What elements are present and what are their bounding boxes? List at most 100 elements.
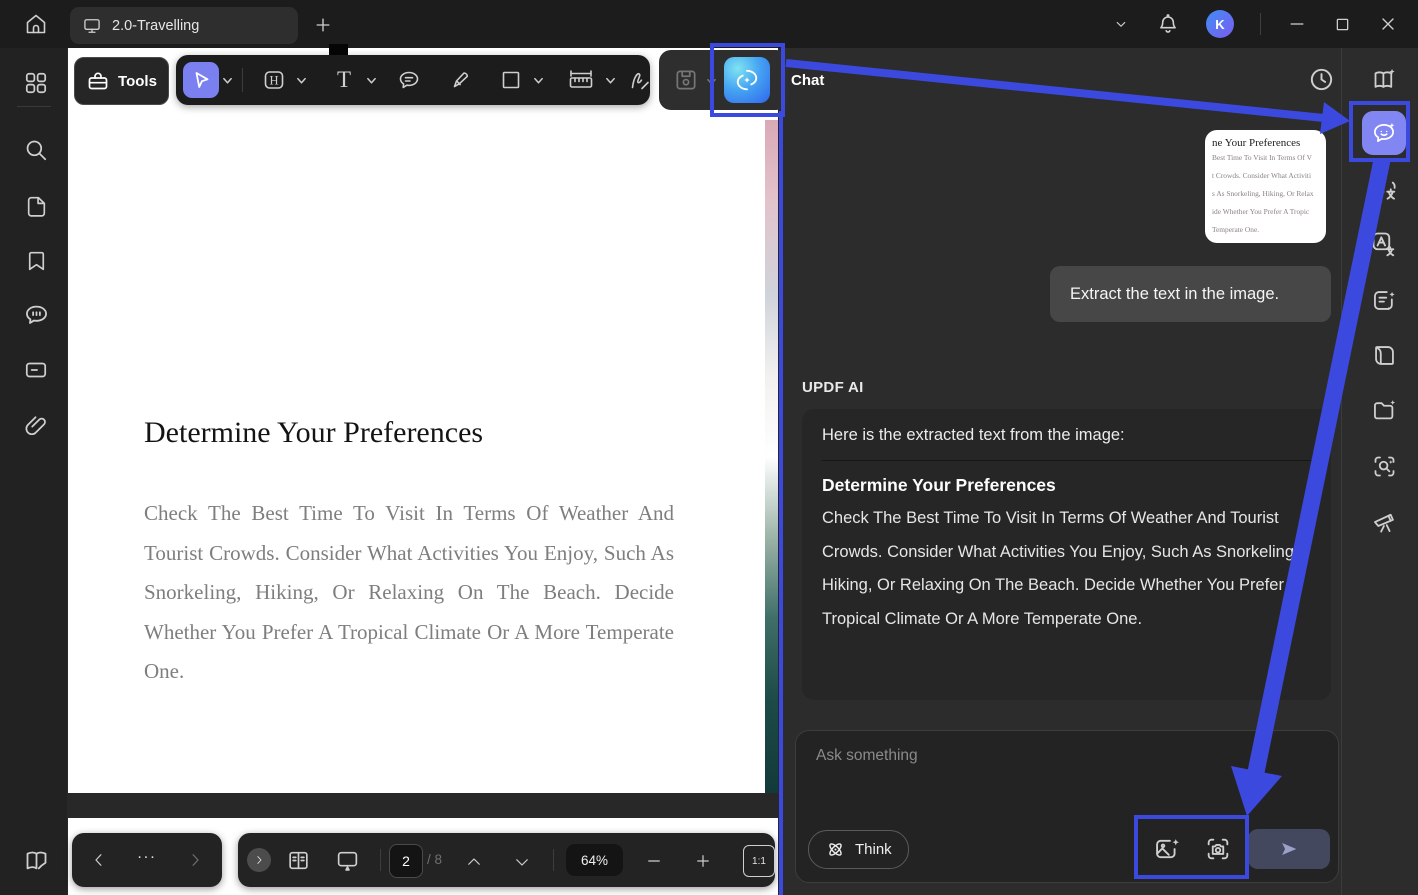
maximize-icon [1336, 18, 1349, 30]
measure-tool-icon[interactable] [566, 68, 596, 92]
sidebar-item-stamps[interactable] [21, 355, 51, 385]
ai-discover-button[interactable] [1370, 507, 1398, 535]
zoom-out-icon[interactable] [645, 852, 663, 870]
thumbnail-line: ide Whether You Prefer A Tropic [1212, 207, 1310, 216]
document-paragraph: Check The Best Time To Visit In Terms Of… [144, 501, 674, 683]
book-sparkle-icon [1374, 68, 1395, 88]
collapse-bar-button[interactable] [247, 848, 271, 872]
text-tool-dropdown-icon[interactable] [366, 75, 377, 86]
updates-dropdown-button[interactable] [1112, 15, 1130, 33]
ai-translate-button[interactable] [1370, 175, 1398, 203]
svg-text:H: H [269, 73, 278, 87]
think-mode-button[interactable]: Think [808, 830, 909, 869]
ai-read-mode-button[interactable] [1370, 341, 1398, 369]
ai-translate-page-button[interactable] [1370, 230, 1398, 258]
ai-response-card: Here is the extracted text from the imag… [802, 409, 1331, 700]
translate-icon [1372, 181, 1396, 200]
shape-tool-icon[interactable] [499, 68, 523, 92]
close-button[interactable] [1378, 14, 1398, 34]
bell-icon [1160, 14, 1176, 33]
home-button[interactable] [14, 5, 58, 43]
ai-sender-name: UPDF AI [802, 379, 864, 396]
attached-image-thumbnail: ne Your Preferences Best Time To Visit I… [1205, 130, 1326, 243]
sidebar-item-thumbnails[interactable] [21, 68, 51, 98]
camera-capture-icon [1207, 838, 1229, 860]
screenshot-button[interactable] [1204, 835, 1232, 863]
page-scroll-marker [329, 44, 348, 55]
ai-assistant-toolbar-button[interactable] [724, 57, 770, 103]
page-controls-bar: 2 / 8 64% 1:1 [238, 833, 775, 887]
zoom-level-input[interactable]: 64% [566, 844, 623, 876]
chat-history-button[interactable] [1306, 64, 1336, 94]
left-sidebar [0, 48, 67, 895]
ai-response-divider [822, 460, 1311, 461]
presentation-mode-icon[interactable] [335, 848, 360, 873]
heading-tool-icon[interactable]: H [262, 68, 286, 92]
ai-response-body: Check The Best Time To Visit In Terms Of… [822, 509, 1299, 628]
bar-divider [380, 849, 381, 871]
book-panel-icon [1374, 345, 1394, 365]
sidebar-item-bookmarks[interactable] [21, 245, 51, 275]
document-viewport[interactable]: Determine Your Preferences Check The Bes… [67, 48, 781, 895]
sidebar-item-search[interactable] [21, 135, 51, 165]
signature-tool-icon[interactable] [628, 68, 652, 92]
new-tab-button[interactable] [308, 10, 338, 40]
minimize-icon [1290, 23, 1304, 25]
current-page-input[interactable]: 2 [389, 844, 423, 878]
ai-response-intro: Here is the extracted text from the imag… [822, 426, 1125, 444]
actual-size-button[interactable]: 1:1 [743, 845, 775, 877]
ai-writing-button[interactable] [1370, 286, 1398, 314]
attach-image-button[interactable] [1153, 835, 1181, 863]
chat-smiley-sparkle-icon [1374, 122, 1395, 143]
save-icon[interactable] [673, 67, 699, 93]
two-page-view-icon[interactable] [286, 848, 311, 873]
bar-divider [553, 849, 554, 871]
titlebar-divider [1260, 13, 1261, 35]
select-tool-button-active[interactable] [183, 62, 219, 98]
minimize-button[interactable] [1287, 14, 1307, 34]
paperclip-icon [25, 416, 46, 436]
ai-chat-button-active[interactable] [1362, 111, 1406, 155]
highlighter-tool-icon[interactable] [449, 68, 473, 92]
measure-tool-dropdown-icon[interactable] [605, 75, 616, 86]
notifications-button[interactable] [1156, 12, 1180, 36]
nav-back-icon[interactable] [90, 851, 108, 869]
select-tool-dropdown-icon[interactable] [222, 75, 233, 86]
tab-title: 2.0-Travelling [112, 17, 200, 34]
send-message-button[interactable] [1248, 829, 1330, 869]
ai-chat-panel: Chat ne Your Preferences Best Time To Vi… [781, 48, 1341, 895]
sidebar-item-attachments[interactable] [21, 410, 51, 440]
next-page-icon[interactable] [513, 853, 531, 871]
tools-menu-button[interactable]: Tools [74, 57, 169, 105]
chat-input-card: Think [795, 730, 1339, 883]
open-book-icon [26, 851, 46, 869]
nav-forward-icon[interactable] [186, 851, 204, 869]
heading-tool-dropdown-icon[interactable] [296, 75, 307, 86]
maximize-button[interactable] [1333, 15, 1352, 34]
document-tab[interactable]: 2.0-Travelling [70, 7, 298, 44]
ai-file-button[interactable] [1370, 396, 1398, 424]
sidebar-item-pages[interactable] [21, 191, 51, 221]
tools-label: Tools [118, 72, 157, 90]
ai-summary-button[interactable] [1370, 65, 1398, 93]
svg-text:T: T [337, 68, 351, 92]
translate-box-icon [1372, 232, 1395, 257]
sidebar-item-comments[interactable] [21, 299, 51, 329]
chevron-right-icon [257, 856, 262, 864]
history-clock-icon [1310, 68, 1332, 90]
page-total-label: / 8 [427, 852, 443, 867]
avatar[interactable]: K [1206, 10, 1234, 38]
previous-page-icon[interactable] [465, 853, 483, 871]
comment-tool-icon[interactable] [397, 68, 421, 92]
ai-search-button[interactable] [1370, 452, 1398, 480]
image-sparkle-icon [1156, 839, 1179, 859]
save-dropdown-icon[interactable] [706, 76, 717, 87]
shape-tool-dropdown-icon[interactable] [533, 75, 544, 86]
bookmark-icon [28, 251, 44, 270]
user-message-bubble: Extract the text in the image. [1050, 266, 1331, 322]
more-pages-button[interactable]: ... [132, 845, 162, 863]
chat-input[interactable] [814, 745, 1238, 829]
sidebar-item-reader-mode[interactable] [21, 845, 51, 875]
zoom-in-icon[interactable] [694, 852, 712, 870]
text-tool-icon[interactable]: T [332, 68, 356, 92]
